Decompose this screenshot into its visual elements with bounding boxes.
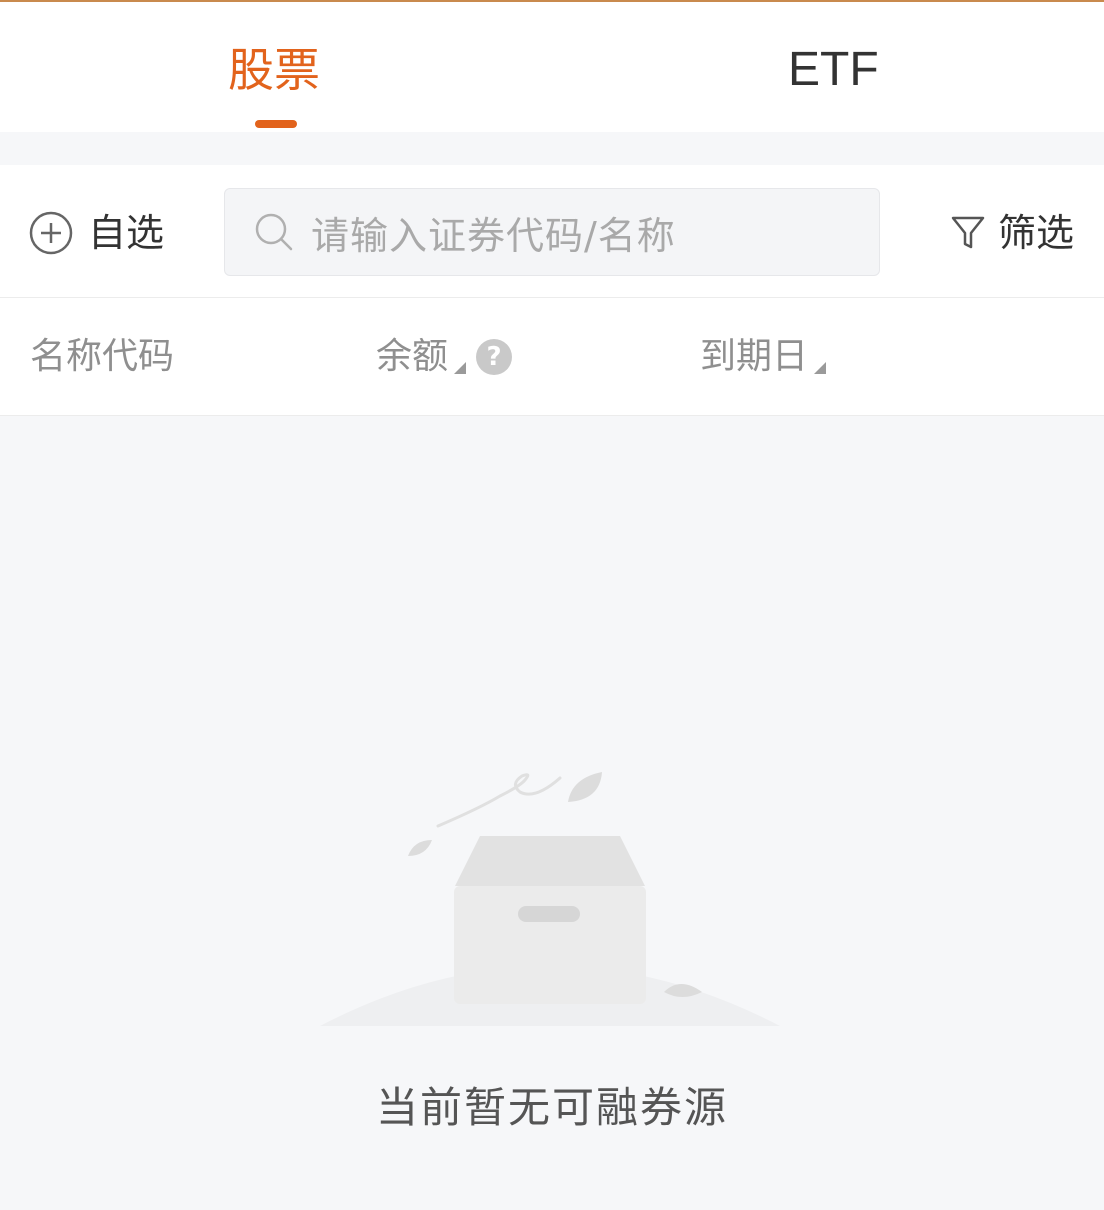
column-name-code: 名称代码 xyxy=(30,334,174,380)
section-gap xyxy=(0,132,1104,165)
sort-icon xyxy=(454,362,467,374)
tab-stock[interactable]: 股票 xyxy=(228,42,320,98)
tab-bar: 股票 ETF xyxy=(0,2,1104,132)
tab-etf[interactable]: ETF xyxy=(788,42,879,98)
column-expiry-date[interactable]: 到期日 xyxy=(700,334,827,380)
toolbar: 自选 请输入证券代码/名称 筛选 xyxy=(0,165,1104,298)
empty-box-icon xyxy=(320,772,780,1026)
search-placeholder: 请输入证券代码/名称 xyxy=(311,213,676,258)
column-header: 名称代码 余额 ? 到期日 xyxy=(0,298,1104,416)
column-expiry-date-label: 到期日 xyxy=(700,336,809,377)
column-name-code-label: 名称代码 xyxy=(30,336,175,377)
column-balance[interactable]: 余额 ? xyxy=(376,334,513,380)
filter-button[interactable]: 筛选 xyxy=(950,209,1074,257)
filter-icon xyxy=(951,216,985,249)
add-watchlist-button[interactable]: 自选 xyxy=(28,209,164,257)
column-balance-label: 余额 xyxy=(376,336,449,377)
add-circle-icon xyxy=(29,211,73,255)
search-icon xyxy=(255,213,293,251)
sort-icon xyxy=(814,362,827,374)
empty-state: 当前暂无可融券源 xyxy=(0,416,1104,1210)
watchlist-label: 自选 xyxy=(88,211,165,255)
active-tab-indicator xyxy=(255,120,297,128)
search-input[interactable]: 请输入证券代码/名称 xyxy=(224,188,880,276)
help-icon[interactable]: ? xyxy=(476,339,513,375)
filter-label: 筛选 xyxy=(998,211,1075,255)
empty-message: 当前暂无可融券源 xyxy=(375,1083,728,1132)
